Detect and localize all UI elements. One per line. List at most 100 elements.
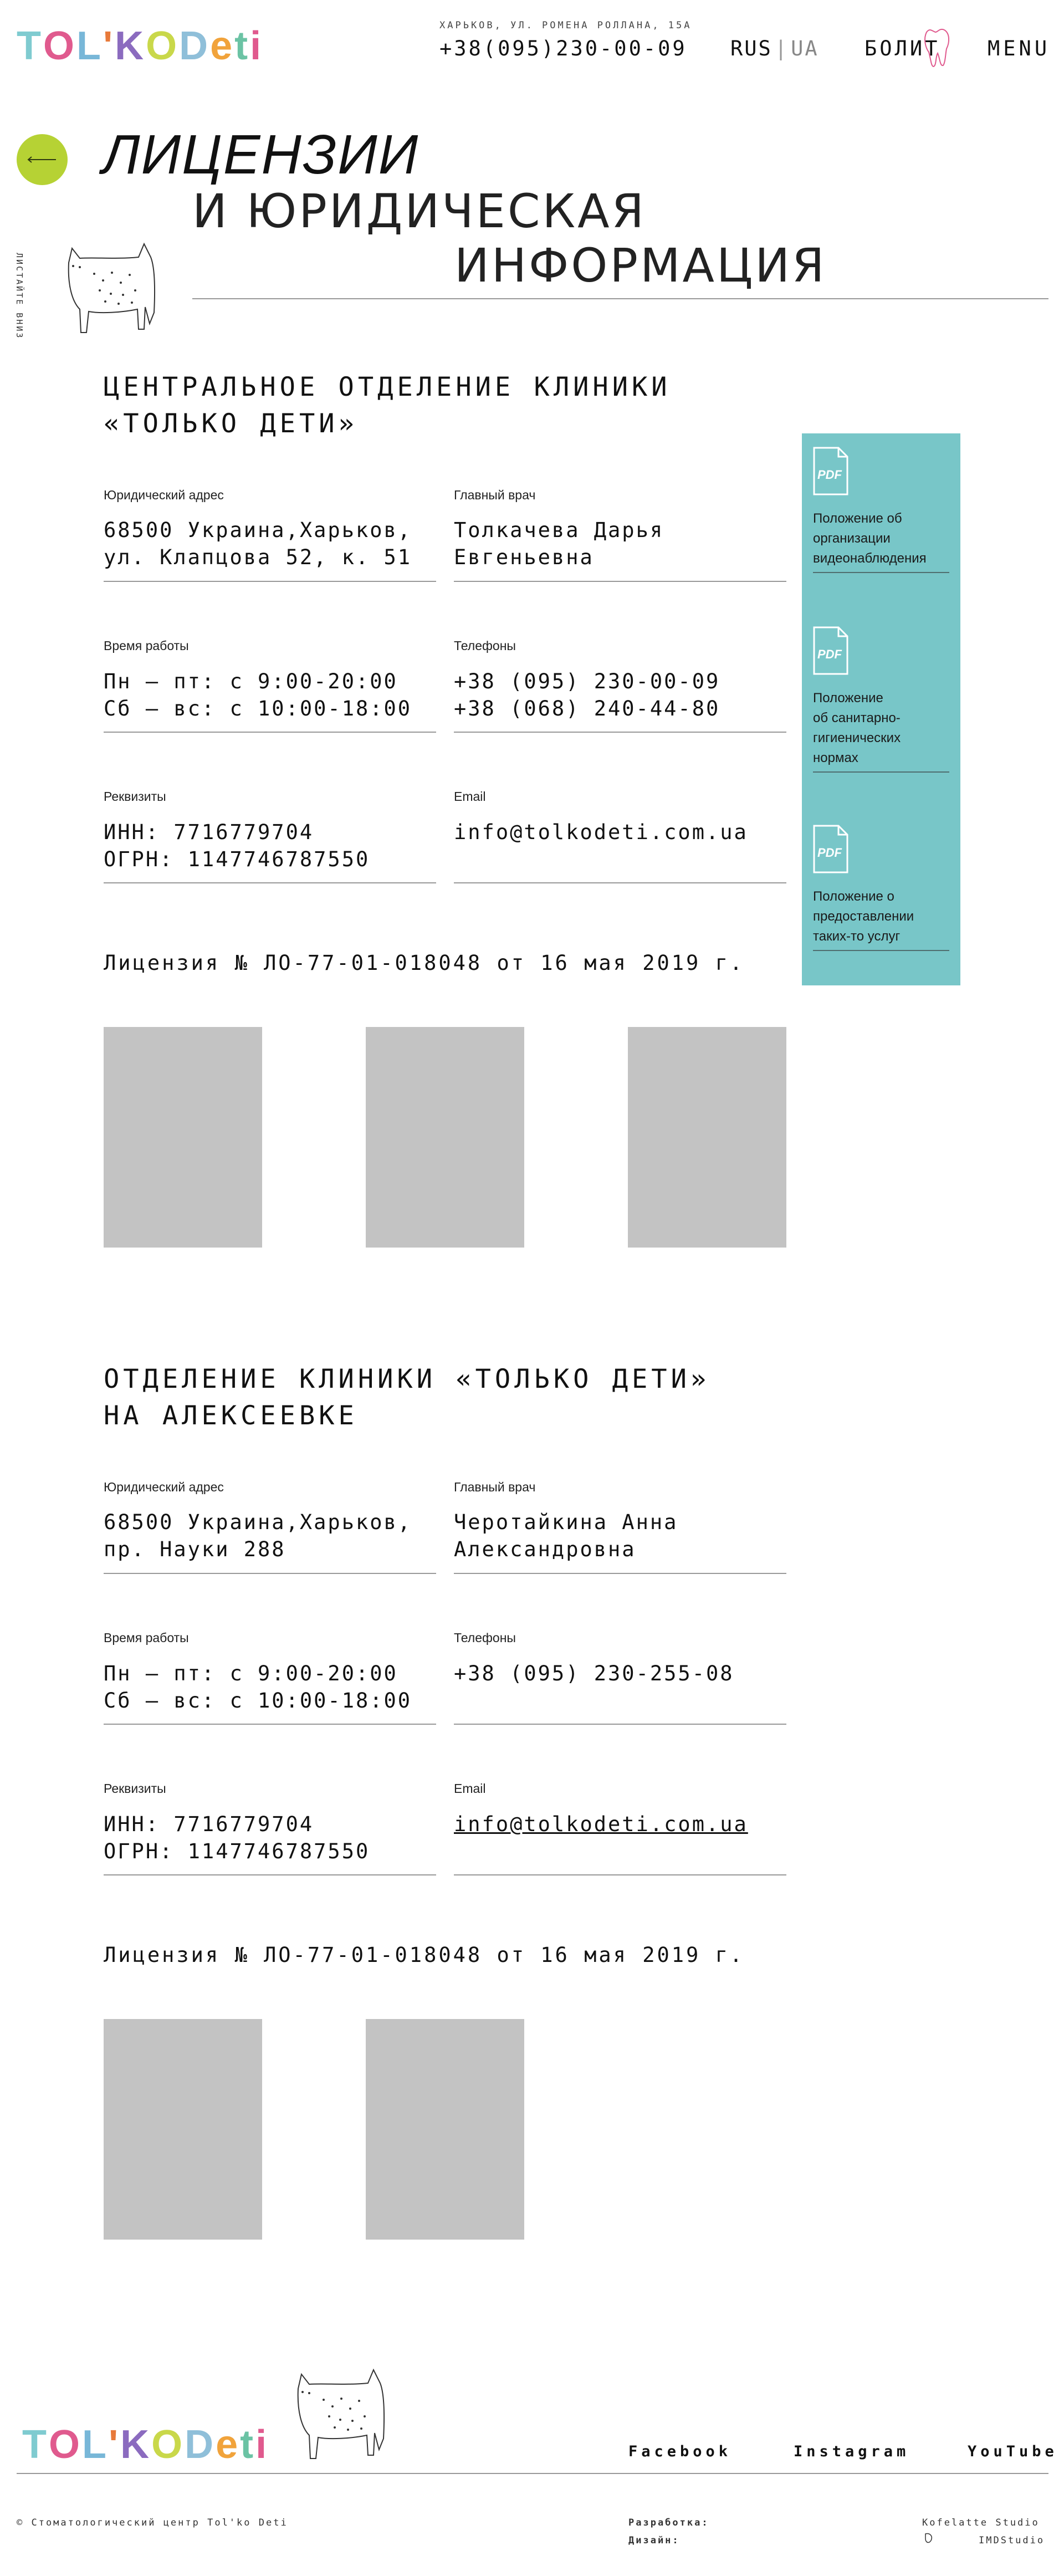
field-divider <box>104 882 436 883</box>
field-divider <box>454 732 786 733</box>
license-text: Лицензия № ЛО-77-01-018048 от 16 мая 201… <box>104 951 745 975</box>
footer-divider <box>17 2473 1048 2474</box>
email-link[interactable]: info@tolkodeti.com.ua <box>454 819 748 846</box>
field-value: ИНН: 7716779704 ОГРН: 1147746787550 <box>104 820 370 871</box>
field-value: Пн – пт: с 9:00-20:00 Сб – вс: с 10:00-1… <box>104 1662 412 1713</box>
pdf-item[interactable]: PDF Положение об организации видеонаблюд… <box>813 447 949 573</box>
cat-illustration-icon <box>68 242 156 333</box>
site-logo[interactable]: TOL'KO Deti <box>17 23 263 69</box>
instagram-link[interactable]: Instagram <box>794 2443 909 2460</box>
field-label: Главный врач <box>454 1480 536 1494</box>
field-divider <box>104 581 436 582</box>
field-divider <box>454 1573 786 1574</box>
cat-illustration-icon <box>297 2368 385 2459</box>
field-label: Email <box>454 1781 486 1796</box>
field-value: ИНН: 7716779704 ОГРН: 1147746787550 <box>104 1812 370 1863</box>
logo-letter: O <box>48 2422 82 2467</box>
logo-letter: T <box>17 24 43 68</box>
field-value[interactable]: +38 (095) 230-255-08 <box>454 1660 734 1687</box>
dev-label: Разработка: <box>628 2517 709 2528</box>
logo-letter: L <box>76 24 103 68</box>
logo-letter: K <box>120 2422 152 2467</box>
arrow-left-icon <box>27 156 56 163</box>
page-title-line1: ЛИЦЕНЗИИ <box>102 124 420 186</box>
logo-letter: L <box>82 2422 109 2467</box>
language-switch[interactable]: RUS | UA <box>730 37 819 60</box>
field-divider <box>104 1724 436 1725</box>
pdf-document-name: Положение об санитарно- гигиенических но… <box>813 691 901 765</box>
dev-studio-link[interactable]: Kofelatte Studio <box>922 2517 1040 2528</box>
lang-ua[interactable]: UA <box>791 37 819 60</box>
field-label: Юридический адрес <box>104 1480 224 1494</box>
pdf-file-icon: PDF <box>813 825 848 873</box>
pdf-icon-text: PDF <box>817 846 842 860</box>
pdf-file-icon: PDF <box>813 447 848 495</box>
logo-letter: ' <box>108 2422 121 2467</box>
lang-ru[interactable]: RUS <box>730 37 773 60</box>
license-document-image[interactable] <box>104 2019 262 2240</box>
lang-separator: | <box>774 37 789 60</box>
design-label: Дизайн: <box>628 2535 680 2546</box>
back-button[interactable] <box>17 134 68 185</box>
field-label: Реквизиты <box>104 1781 166 1796</box>
pdf-documents-panel: PDF Положение об организации видеонаблюд… <box>802 433 960 985</box>
license-document-image[interactable] <box>366 1027 524 1248</box>
scroll-hint: ЛИСТАЙТЕ ВНИЗ <box>14 253 24 340</box>
logo-letter: O <box>151 2422 185 2467</box>
field-value: Пн – пт: с 9:00-20:00 Сб – вс: с 10:00-1… <box>104 669 412 720</box>
logo-letter: t <box>240 2422 256 2467</box>
pdf-item-divider <box>813 950 949 951</box>
pdf-item[interactable]: PDF Положение о предоставлении таких-то … <box>813 825 949 951</box>
pdf-file-icon: PDF <box>813 626 848 675</box>
copyright-text: © Стоматологический центр Tol'ko Deti <box>17 2517 288 2528</box>
license-text: Лицензия № ЛО-77-01-018048 от 16 мая 201… <box>104 1943 745 1967</box>
pdf-item-divider <box>813 572 949 573</box>
pdf-icon-text: PDF <box>817 647 842 661</box>
pdf-item-divider <box>813 771 949 773</box>
field-value[interactable]: +38 (095) 230-00-09 +38 (068) 240-44-80 <box>454 668 720 722</box>
logo-letter: T <box>22 2422 49 2467</box>
studio-logo-icon <box>925 2533 932 2543</box>
pdf-document-name: Положение об организации видеонаблюдения <box>813 511 927 566</box>
menu-button[interactable]: MENU <box>988 37 1050 60</box>
logo-letter: O <box>146 24 180 68</box>
logo-letter: K <box>115 24 146 68</box>
logo-letter: D <box>179 24 211 68</box>
footer-logo[interactable]: TOL'KO Deti <box>22 2422 269 2467</box>
logo-letter: e <box>210 24 235 68</box>
tooth-icon <box>924 28 950 68</box>
email-link[interactable]: info@tolkodeti.com.ua <box>454 1811 748 1838</box>
field-divider <box>104 1573 436 1574</box>
pdf-item[interactable]: PDF Положение об санитарно- гигиенически… <box>813 626 949 773</box>
field-divider <box>454 581 786 582</box>
license-document-image[interactable] <box>628 1027 786 1248</box>
logo-letter: e <box>216 2422 241 2467</box>
field-label: Время работы <box>104 638 189 653</box>
section-title: ОТДЕЛЕНИЕ КЛИНИКИ «ТОЛЬКО ДЕТИ» НА АЛЕКС… <box>104 1364 710 1431</box>
logo-letter: D <box>185 2422 216 2467</box>
youtube-link[interactable]: YouTube <box>968 2443 1058 2460</box>
facebook-link[interactable]: Facebook <box>628 2443 732 2460</box>
field-label: Email <box>454 789 486 804</box>
license-document-image[interactable] <box>366 2019 524 2240</box>
section-title: ЦЕНТРАЛЬНОЕ ОТДЕЛЕНИЕ КЛИНИКИ «ТОЛЬКО ДЕ… <box>104 372 671 439</box>
header-address: ХАРЬКОВ, УЛ. РОМЕНА РОЛЛАНА, 15А <box>439 20 692 31</box>
header-phone[interactable]: +38(095)230-00-09 <box>439 37 687 60</box>
field-label: Юридический адрес <box>104 488 224 502</box>
logo-letter: i <box>250 24 264 68</box>
field-label: Телефоны <box>454 1631 516 1645</box>
page-title-line3: ИНФОРМАЦИЯ <box>454 238 827 293</box>
logo-letter: t <box>234 24 250 68</box>
field-divider <box>454 1724 786 1725</box>
field-label: Телефоны <box>454 638 516 653</box>
field-label: Реквизиты <box>104 789 166 804</box>
license-document-image[interactable] <box>104 1027 262 1248</box>
design-studio-link[interactable]: IMDStudio <box>979 2535 1045 2546</box>
field-label: Главный врач <box>454 488 536 502</box>
field-divider <box>104 1874 436 1875</box>
menu-label: MENU <box>988 37 1051 60</box>
field-value: 68500 Украина,Харьков, ул. Клапцова 52, … <box>104 518 412 569</box>
pdf-document-name: Положение о предоставлении таких-то услу… <box>813 889 914 944</box>
pdf-icon-text: PDF <box>817 468 842 482</box>
logo-letter: i <box>255 2422 269 2467</box>
